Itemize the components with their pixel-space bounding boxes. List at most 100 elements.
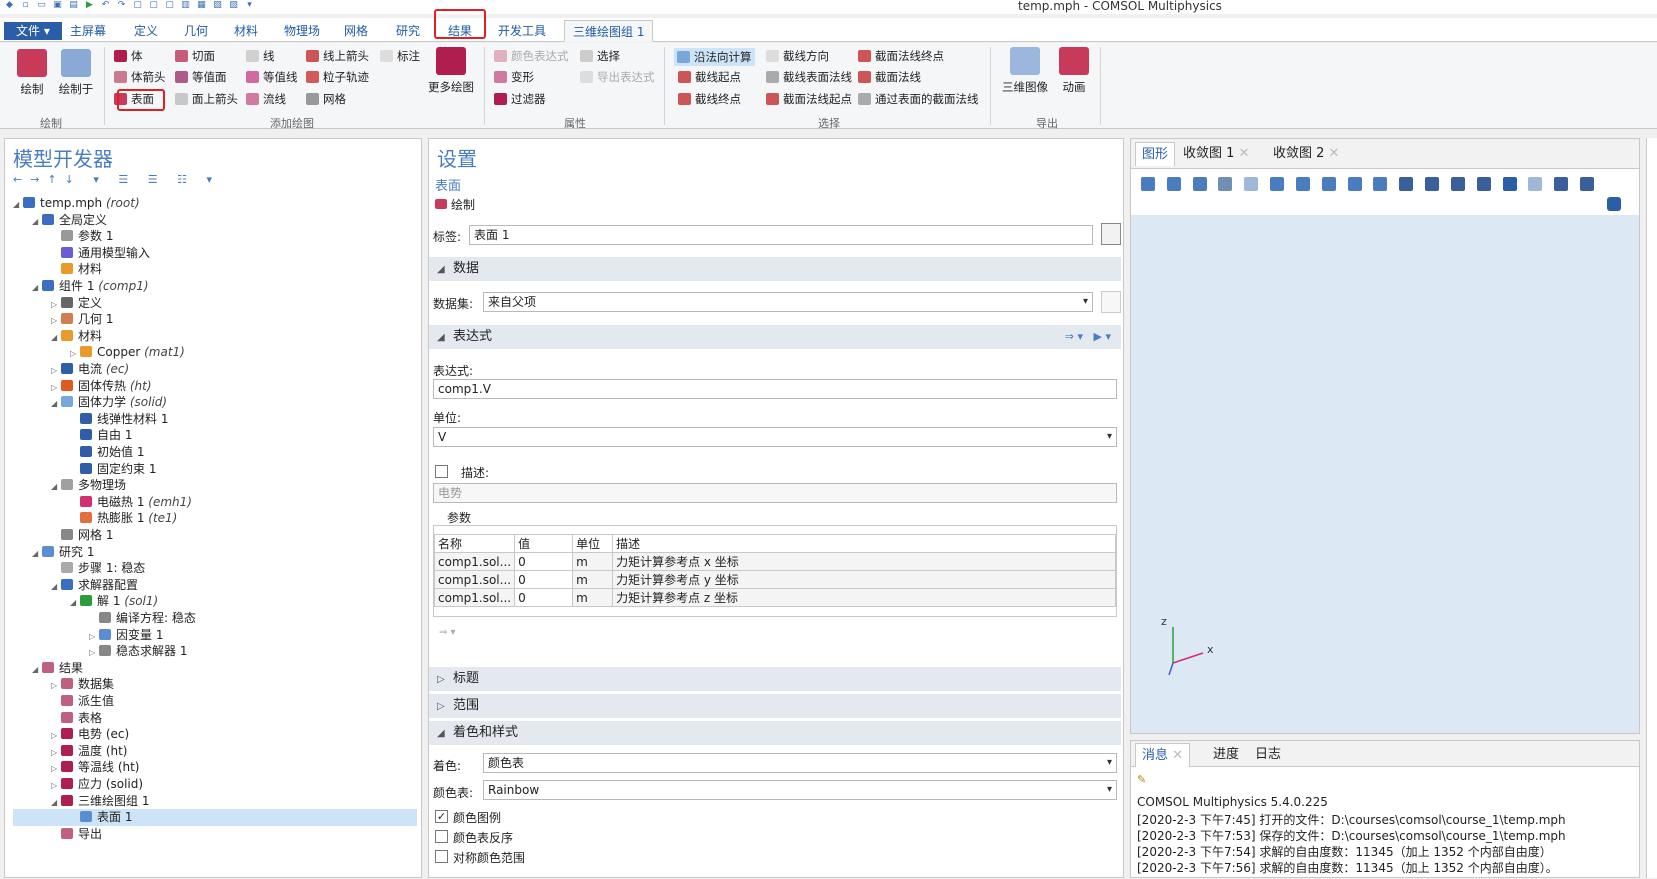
description-checkbox[interactable] bbox=[435, 465, 448, 478]
cell[interactable]: 0 bbox=[514, 588, 574, 607]
tree-node[interactable]: 初始值 1 bbox=[13, 444, 417, 461]
expand-icon[interactable]: ▷ bbox=[89, 644, 99, 661]
add-isosurface-button[interactable]: 等值面 bbox=[175, 69, 227, 85]
draw-in-button[interactable]: 绘制于 bbox=[54, 49, 98, 97]
add-contour-button[interactable]: 等值线 bbox=[246, 69, 298, 85]
column-header[interactable]: 值 bbox=[514, 534, 574, 553]
tree-node[interactable]: ◢ 求解器配置 bbox=[13, 577, 417, 594]
paste-icon[interactable]: ▢ bbox=[148, 0, 159, 11]
add-surface-arrow-button[interactable]: 面上箭头 bbox=[175, 91, 238, 107]
collapse-icon[interactable]: ◢ bbox=[70, 594, 80, 611]
tree-node[interactable]: ◢ 组件 1 (comp1) bbox=[13, 278, 417, 295]
tree-node[interactable]: ▷ 等温线 (ht) bbox=[13, 759, 417, 776]
tab-home[interactable]: 主屏幕 bbox=[62, 20, 114, 42]
delete-icon[interactable]: ▥ bbox=[180, 0, 191, 11]
export-expression-button[interactable]: 导出表达式 bbox=[580, 69, 655, 85]
graphics-options-icon[interactable] bbox=[1607, 197, 1621, 211]
settings-icon[interactable]: ▨ bbox=[228, 0, 239, 11]
table-row[interactable]: comp1.sol... 0 m 力矩计算参考点 z 坐标 bbox=[433, 588, 1116, 607]
tab-definitions[interactable]: 定义 bbox=[126, 20, 166, 42]
camera-icon[interactable] bbox=[1554, 177, 1569, 191]
view-zx-icon[interactable] bbox=[1321, 177, 1336, 191]
expand-icon[interactable]: ▷ bbox=[51, 760, 61, 777]
expand-icon[interactable]: ▷ bbox=[70, 345, 80, 362]
table-tool-icon[interactable]: ⇒ ▾ bbox=[439, 627, 456, 638]
tab-graphics[interactable]: 图形 bbox=[1135, 142, 1176, 166]
tab-log[interactable]: 日志 bbox=[1249, 743, 1287, 767]
render-icon[interactable] bbox=[1476, 177, 1491, 191]
tree-node[interactable]: ◢ 材料 bbox=[13, 328, 417, 345]
print-icon[interactable] bbox=[1580, 177, 1595, 191]
collapse-icon[interactable]: ◢ bbox=[51, 794, 61, 811]
tab-3d-plot-group[interactable]: 三维绘图组 1 bbox=[564, 20, 654, 42]
tree-node[interactable]: ▷ 稳态求解器 1 bbox=[13, 643, 417, 660]
rotate-icon[interactable] bbox=[1347, 177, 1362, 191]
window-icon[interactable]: ▧ bbox=[212, 0, 223, 11]
colortable-select[interactable]: Rainbow bbox=[483, 780, 1117, 800]
tree-node[interactable]: ▷ 固体传热 (ht) bbox=[13, 378, 417, 395]
cutline-start-button[interactable]: 截线起点 bbox=[678, 69, 741, 85]
tree-node[interactable]: ◢ 解 1 (sol1) bbox=[13, 593, 417, 610]
add-line-arrow-button[interactable]: 线上箭头 bbox=[306, 48, 369, 64]
unit-select[interactable]: V bbox=[433, 427, 1117, 447]
cutline-direction-button[interactable]: 截线方向 bbox=[766, 48, 829, 64]
zoom-box-icon[interactable] bbox=[1192, 177, 1207, 191]
tree-node[interactable]: 热膨胀 1 (te1) bbox=[13, 510, 417, 527]
table-row[interactable]: comp1.sol... 0 m 力矩计算参考点 y 坐标 bbox=[433, 570, 1116, 589]
deformation-button[interactable]: 变形 bbox=[494, 69, 534, 85]
cut-normal-start-button[interactable]: 截面法线起点 bbox=[766, 91, 852, 107]
close-icon[interactable]: ✕ bbox=[1239, 146, 1250, 161]
column-header[interactable]: 描述 bbox=[612, 534, 1116, 553]
expand-icon[interactable]: ▷ bbox=[51, 312, 61, 329]
column-header[interactable]: 名称 bbox=[433, 534, 516, 553]
clear-messages-icon[interactable]: ✎ bbox=[1137, 773, 1149, 786]
add-streamline-button[interactable]: 流线 bbox=[246, 91, 286, 107]
description-input[interactable]: 电势 bbox=[433, 483, 1117, 503]
tree-node[interactable]: ▷ 应力 (solid) bbox=[13, 776, 417, 793]
view-xy-icon[interactable] bbox=[1270, 177, 1285, 191]
expand-icon[interactable]: ▷ bbox=[51, 379, 61, 396]
tree-node[interactable]: ▷ 数据集 bbox=[13, 676, 417, 693]
section-coloring[interactable]: ◢ 着色和样式 bbox=[429, 721, 1121, 745]
tab-materials[interactable]: 材料 bbox=[226, 20, 266, 42]
tree-node[interactable]: 导出 bbox=[13, 826, 417, 843]
coloring-select[interactable]: 颜色表 bbox=[483, 753, 1117, 773]
section-range[interactable]: ▷ 范围 bbox=[429, 694, 1121, 718]
view-axis-icon[interactable] bbox=[1244, 177, 1259, 191]
tree-node[interactable]: ▷ 电流 (ec) bbox=[13, 361, 417, 378]
tree-node[interactable]: ▷ 因变量 1 bbox=[13, 627, 417, 644]
run-icon[interactable]: ▶ bbox=[84, 0, 95, 11]
layout-icon[interactable]: ▦ bbox=[196, 0, 207, 11]
section-expression[interactable]: ◢ 表达式 ⇒ ▾ ▶ ▾ bbox=[429, 325, 1121, 349]
redo-icon[interactable]: ↷ bbox=[116, 0, 127, 11]
filter-button[interactable]: 过滤器 bbox=[494, 91, 546, 107]
section-data[interactable]: ◢ 数据 bbox=[429, 257, 1121, 281]
tree-node[interactable]: ◢ 研究 1 bbox=[13, 544, 417, 561]
select-icon[interactable] bbox=[1502, 177, 1517, 191]
tree-node[interactable]: 通用模型输入 bbox=[13, 245, 417, 262]
model-toolbar[interactable]: ←→↑↓ ▾ ☰ ☰ ☷ ▾ bbox=[13, 173, 220, 186]
collapse-icon[interactable]: ◢ bbox=[51, 329, 61, 346]
tree-node[interactable]: ◢ 多物理场 bbox=[13, 477, 417, 494]
tree-node[interactable]: 编译方程: 稳态 bbox=[13, 610, 417, 627]
tree-node[interactable]: ▷ 定义 bbox=[13, 295, 417, 312]
save-as-icon[interactable]: ▤ bbox=[68, 0, 79, 11]
collapse-icon[interactable]: ◢ bbox=[51, 578, 61, 595]
dataset-select[interactable]: 来自父项 bbox=[483, 292, 1093, 312]
close-icon[interactable]: ✕ bbox=[1329, 146, 1340, 161]
tree-node[interactable]: ▷ Copper (mat1) bbox=[13, 344, 417, 361]
collapse-icon[interactable]: ◢ bbox=[32, 213, 42, 230]
copy-icon[interactable]: ▢ bbox=[132, 0, 143, 11]
tab-file[interactable]: 文件 ▾ bbox=[4, 22, 62, 40]
color-expression-button[interactable]: 颜色表达式 bbox=[494, 48, 569, 64]
add-slice-button[interactable]: 切面 bbox=[175, 48, 215, 64]
tab-study[interactable]: 研究 bbox=[388, 20, 428, 42]
collapse-icon[interactable]: ◢ bbox=[32, 661, 42, 678]
tab-mesh[interactable]: 网格 bbox=[336, 20, 376, 42]
3d-image-button[interactable]: 三维图像 bbox=[998, 47, 1052, 95]
cell[interactable]: 0 bbox=[514, 570, 574, 589]
expression-input[interactable]: comp1.V bbox=[433, 379, 1117, 399]
zoom-extents-icon[interactable] bbox=[1218, 177, 1233, 191]
add-volume-arrow-button[interactable]: 体箭头 bbox=[114, 69, 166, 85]
expand-icon[interactable]: ▷ bbox=[51, 744, 61, 761]
